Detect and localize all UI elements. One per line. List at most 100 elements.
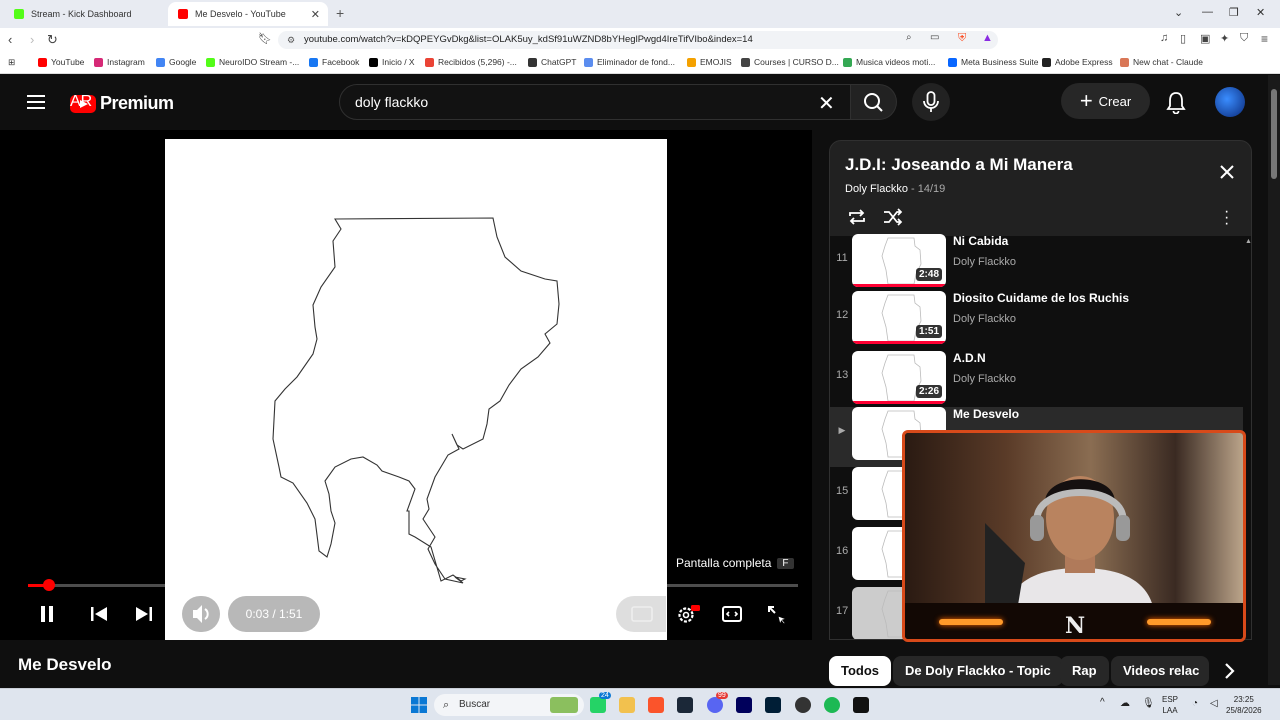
zoom-icon[interactable]: ⌕ — [906, 32, 912, 43]
wifi-icon[interactable]: ◔ — [1192, 698, 1198, 709]
taskbar-search[interactable]: ⌕ Buscar — [434, 694, 584, 716]
back-icon[interactable]: ‹ — [8, 32, 12, 47]
bookmark-icon[interactable]: 🔖︎ — [258, 32, 272, 45]
obs-icon[interactable] — [795, 697, 811, 713]
notifications-button[interactable] — [1165, 90, 1187, 119]
create-button[interactable]: + Crear — [1061, 83, 1150, 119]
filter-chip[interactable]: De Doly Flackko - Topic — [893, 656, 1063, 686]
bookmark-item[interactable]: Recibidos (5,296) -... — [425, 57, 517, 67]
bookmark-item[interactable]: Adobe Express — [1042, 57, 1113, 67]
playlist-artist[interactable]: Doly Flackko — [845, 183, 908, 195]
time-display: 0:03 / 1:51 — [228, 596, 320, 632]
file-explorer-icon[interactable] — [619, 697, 635, 713]
filter-chip[interactable]: Todos — [829, 656, 892, 686]
brave-icon[interactable] — [648, 697, 664, 713]
close-tab-icon[interactable]: ✕ — [311, 8, 320, 21]
spotify-icon[interactable] — [824, 697, 840, 713]
url-field[interactable]: ⚙ youtube.com/watch?v=kDQPEYGvDkg&list=O… — [278, 31, 998, 49]
windows-start-icon[interactable] — [411, 697, 427, 713]
new-tab-button[interactable]: + — [336, 5, 344, 21]
shuffle-button[interactable] — [882, 207, 904, 232]
bookmark-item[interactable]: Facebook — [309, 57, 359, 67]
reload-icon[interactable]: ↻ — [47, 32, 58, 48]
bookmark-item[interactable]: Eliminador de fond... — [584, 57, 675, 67]
site-info-icon[interactable]: ⚙ — [287, 31, 295, 49]
more-options-icon[interactable]: · · · — [1224, 204, 1229, 232]
loop-button[interactable] — [846, 207, 868, 232]
photoshop-icon[interactable] — [765, 697, 781, 713]
playlist-title[interactable]: J.D.I: Joseando a Mi Manera — [845, 155, 1073, 175]
scrubber-handle[interactable] — [42, 579, 55, 591]
premiere-icon[interactable] — [736, 697, 752, 713]
brave-shield-icon[interactable]: ⛨ — [958, 32, 966, 45]
language-indicator[interactable]: ESP LAA — [1162, 694, 1178, 716]
bookmark-item[interactable]: New chat - Claude — [1120, 57, 1203, 67]
tab-youtube[interactable]: Me Desvelo - YouTube ✕ — [168, 2, 328, 26]
wallet-icon[interactable]: ▣ — [1200, 32, 1210, 45]
bookmark-item[interactable]: Meta Business Suite — [948, 57, 1038, 67]
close-playlist-button[interactable] — [1218, 163, 1236, 186]
playlist-item[interactable]: 12 1:51 Diosito Cuidame de los Ruchis Doly … — [830, 291, 1243, 351]
leo-icon[interactable]: ✦ — [1220, 32, 1229, 45]
logo-text: Premium — [100, 93, 174, 113]
cast-icon[interactable]: ▭ — [930, 32, 939, 43]
forward-icon[interactable]: › — [30, 32, 34, 47]
whatsapp-icon[interactable]: 24 — [590, 692, 611, 713]
bookmark-item[interactable]: Courses | CURSO D... — [741, 57, 839, 67]
tray-chevron-icon[interactable]: ^ — [1100, 697, 1105, 708]
playlist-item[interactable]: 13 2:26 A.D.N Doly Flackko — [830, 351, 1243, 411]
bookmark-item[interactable]: ChatGPT — [528, 57, 576, 67]
voice-search-button[interactable] — [912, 83, 950, 121]
lang-code: ESP — [1162, 695, 1179, 704]
avatar[interactable] — [1215, 87, 1245, 117]
tab-search-icon[interactable]: ⌄ — [1174, 6, 1183, 19]
bookmark-item[interactable]: EMOJIS — [687, 57, 732, 67]
apps-icon[interactable]: ⊞ — [8, 57, 15, 68]
settings-button[interactable] — [676, 604, 700, 631]
search-input[interactable]: doly flackko ✕ — [339, 84, 851, 120]
minimize-button[interactable]: — — [1202, 6, 1213, 18]
bookmark-item[interactable]: Instagram — [94, 57, 145, 67]
chips-next-button[interactable] — [1221, 660, 1239, 687]
bookmark-item[interactable]: Inicio / X — [369, 57, 415, 67]
bookmark-item[interactable]: YouTube — [38, 57, 84, 67]
menu-icon[interactable]: ≡ — [1261, 32, 1268, 46]
filter-chip[interactable]: Rap — [1060, 656, 1109, 686]
network-tray-icon[interactable]: ☁ — [1120, 698, 1130, 709]
close-window-button[interactable]: ✕ — [1256, 6, 1265, 19]
vpn-icon[interactable]: ⛉ — [1240, 32, 1248, 45]
volume-button[interactable] — [182, 596, 220, 632]
fullscreen-button[interactable] — [766, 604, 788, 631]
clock[interactable]: 23:25 25/8/2026 — [1226, 694, 1262, 716]
maximize-button[interactable]: ❐ — [1229, 6, 1239, 19]
subtitles-button[interactable] — [616, 596, 666, 632]
filter-chip[interactable]: Videos relac — [1111, 656, 1209, 686]
page-scrollbar[interactable] — [1268, 75, 1280, 685]
search-button[interactable] — [851, 84, 897, 120]
bookmark-item[interactable]: Musica videos moti... — [843, 57, 935, 67]
sidebar-icon[interactable]: ▯ — [1180, 32, 1186, 45]
bookmarks-bar: ⊞ YouTube Instagram Google NeuroIDO Stream … — [0, 52, 1280, 74]
menu-icon[interactable] — [27, 95, 45, 109]
bookmark-label: Facebook — [322, 57, 360, 67]
clear-search-icon[interactable]: ✕ — [818, 91, 835, 116]
progress-bar[interactable] — [28, 579, 798, 591]
tiktok-icon[interactable] — [853, 697, 869, 713]
steam-icon[interactable] — [677, 697, 693, 713]
next-button[interactable] — [134, 604, 154, 629]
pause-button[interactable] — [38, 604, 56, 629]
theater-mode-button[interactable] — [721, 604, 743, 629]
bookmark-item[interactable]: NeuroIDO Stream -... — [206, 57, 299, 67]
media-icon[interactable]: ♫ — [1160, 32, 1168, 44]
bookmark-favicon-icon — [843, 57, 852, 67]
bookmark-favicon-icon — [1042, 57, 1051, 67]
discord-icon[interactable]: 99 — [707, 692, 728, 713]
speaker-icon[interactable]: ◁ — [1210, 698, 1218, 709]
tab-kick-dashboard[interactable]: Stream - Kick Dashboard — [4, 2, 166, 26]
playlist-item[interactable]: 11 2:48 Ni Cabida Doly Flackko — [830, 234, 1243, 294]
bookmark-item[interactable]: Google — [156, 57, 196, 67]
brave-rewards-icon[interactable]: ▲ — [982, 32, 993, 44]
mic-tray-icon[interactable]: 🎙︎ — [1142, 698, 1155, 709]
video-frame[interactable] — [165, 139, 667, 640]
previous-button[interactable] — [89, 604, 109, 629]
